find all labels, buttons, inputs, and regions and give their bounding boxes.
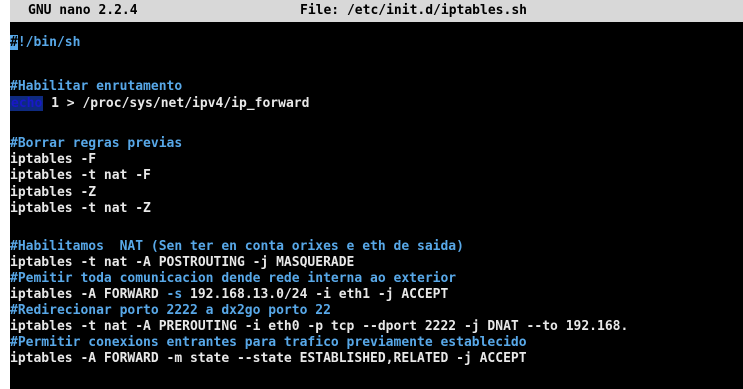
- source-flag: -s: [166, 287, 183, 302]
- buffer-line-comment[interactable]: #Pemitir toda comunicacion dende rede in…: [10, 271, 743, 287]
- text-cursor: #: [10, 35, 18, 50]
- buffer-line-comment[interactable]: #Habilitamos NAT (Sen ter en conta orixe…: [10, 239, 743, 255]
- terminal-screen: GNU nano 2.2.4 File: /etc/init.d/iptable…: [10, 0, 743, 389]
- buffer-line-shebang[interactable]: #!/bin/sh: [10, 35, 743, 51]
- forward-cmd-start: iptables -A FORWARD: [10, 287, 167, 302]
- buffer-line-comment[interactable]: #Habilitar enrutamento: [10, 79, 743, 95]
- buffer-line-command[interactable]: iptables -t nat -Z: [10, 201, 743, 217]
- buffer-line-command[interactable]: iptables -t nat -F: [10, 168, 743, 184]
- forward-cmd-end: 192.168.13.0/24 -i eth1 -j ACCEPT: [182, 287, 449, 302]
- buffer-line-command[interactable]: iptables -A FORWARD -m state --state EST…: [10, 351, 743, 367]
- buffer-line-echo[interactable]: echo 1 > /proc/sys/net/ipv4/ip_forward: [10, 96, 743, 112]
- buffer-line-command[interactable]: iptables -Z: [10, 185, 743, 201]
- buffer-line-command[interactable]: iptables -t nat -A POSTROUTING -j MASQUE…: [10, 255, 743, 271]
- buffer-line-forward[interactable]: iptables -A FORWARD -s 192.168.13.0/24 -…: [10, 287, 743, 303]
- echo-keyword: echo: [10, 96, 44, 111]
- nano-version-label: GNU nano 2.2.4: [28, 3, 138, 18]
- buffer-line-comment[interactable]: #Permitir conexions entrantes para trafi…: [10, 335, 743, 351]
- editor-buffer[interactable]: #!/bin/sh #Habilitar enrutamento echo 1 …: [10, 27, 743, 389]
- nano-title-bar: GNU nano 2.2.4 File: /etc/init.d/iptable…: [10, 0, 743, 22]
- shebang-text: !/bin/sh: [17, 35, 81, 50]
- buffer-line-comment[interactable]: #Redirecionar porto 2222 a dx2go porto 2…: [10, 303, 743, 319]
- buffer-line-command[interactable]: iptables -F: [10, 152, 743, 168]
- file-name-label: File: /etc/init.d/iptables.sh: [300, 3, 527, 18]
- echo-args: 1 > /proc/sys/net/ipv4/ip_forward: [43, 96, 310, 111]
- buffer-line-command[interactable]: iptables -t nat -A PREROUTING -i eth0 -p…: [10, 319, 743, 335]
- buffer-line-comment[interactable]: #Borrar regras previas: [10, 136, 743, 152]
